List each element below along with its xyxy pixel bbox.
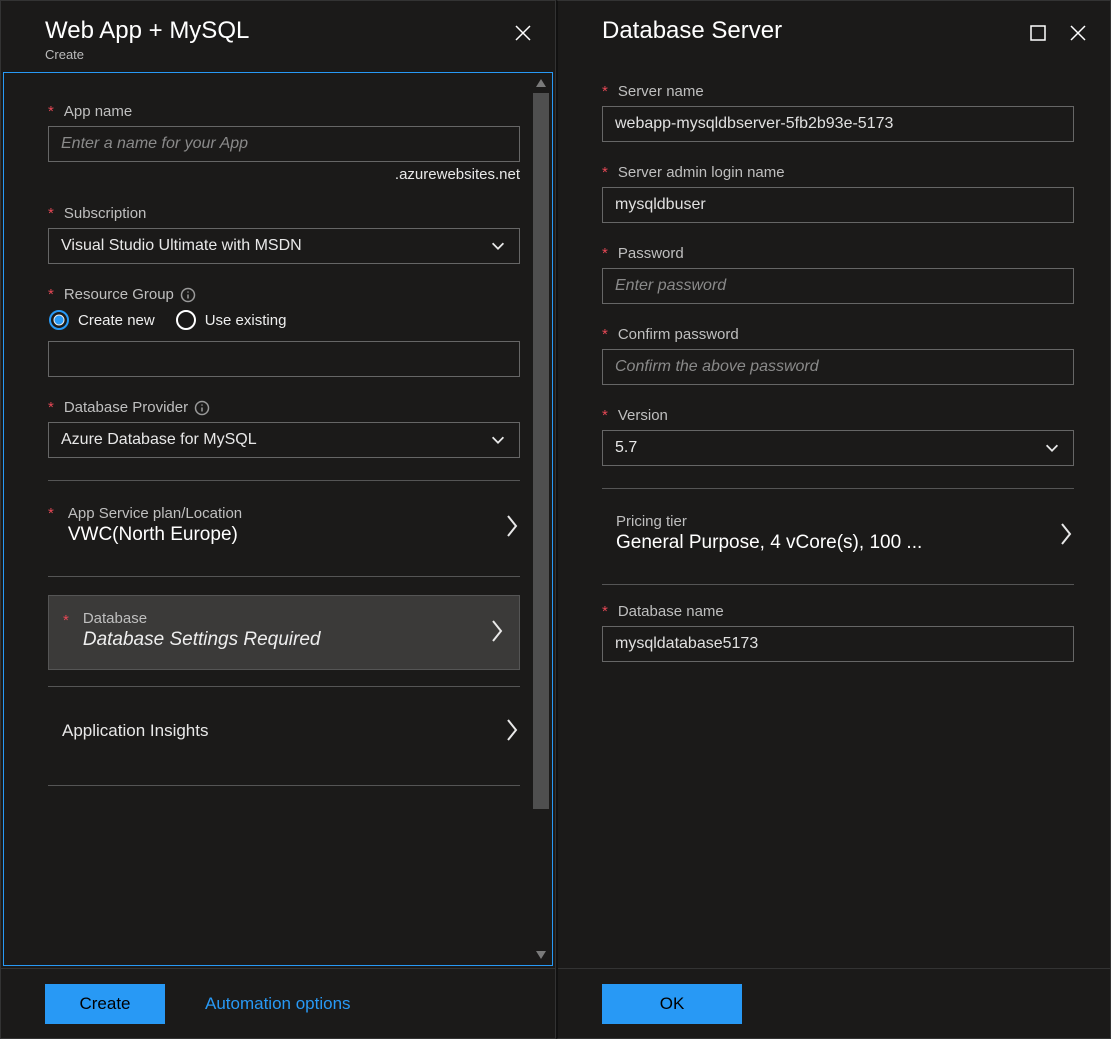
subscription-label: Subscription xyxy=(64,205,147,222)
version-value: 5.7 xyxy=(615,439,1043,457)
required-star: * xyxy=(48,505,54,522)
required-star: * xyxy=(602,326,608,343)
db-provider-value: Azure Database for MySQL xyxy=(61,431,489,449)
info-icon[interactable] xyxy=(180,287,196,303)
blade-header-left: Web App + MySQL Create xyxy=(1,1,555,70)
server-name-label: Server name xyxy=(618,83,704,100)
blade-header-right: Database Server xyxy=(558,1,1110,53)
version-label: Version xyxy=(618,407,668,424)
radio-use-existing[interactable]: Use existing xyxy=(175,309,287,331)
required-star: * xyxy=(602,245,608,262)
chevron-down-icon xyxy=(489,431,507,449)
db-provider-label: Database Provider xyxy=(64,399,188,416)
required-star: * xyxy=(48,399,54,416)
separator xyxy=(48,785,520,786)
password-label: Password xyxy=(618,245,684,262)
scroll-up-icon[interactable] xyxy=(534,77,548,89)
app-service-plan-link[interactable]: * App Service plan/Location VWC(North Eu… xyxy=(48,499,520,560)
appname-suffix: .azurewebsites.net xyxy=(48,166,520,183)
scroll-down-icon[interactable] xyxy=(534,949,548,961)
resource-group-input[interactable] xyxy=(48,341,520,377)
close-icon[interactable] xyxy=(513,23,533,43)
chevron-right-icon xyxy=(504,513,520,539)
chevron-right-icon xyxy=(489,618,505,644)
version-select[interactable]: 5.7 xyxy=(602,430,1074,466)
blade-title-left: Web App + MySQL xyxy=(45,17,513,45)
admin-login-label: Server admin login name xyxy=(618,164,785,181)
close-icon[interactable] xyxy=(1068,23,1088,43)
chevron-down-icon xyxy=(1043,439,1061,457)
subscription-value: Visual Studio Ultimate with MSDN xyxy=(61,237,489,255)
blade-webapp-mysql: Web App + MySQL Create * App name .azurew… xyxy=(0,0,556,1039)
radio-create-new[interactable]: Create new xyxy=(48,309,155,331)
app-insights-link[interactable]: Application Insights xyxy=(48,705,520,769)
database-label: Database xyxy=(83,610,479,627)
required-star: * xyxy=(602,83,608,100)
info-icon[interactable] xyxy=(194,400,210,416)
password-input[interactable] xyxy=(602,268,1074,304)
required-star: * xyxy=(602,164,608,181)
scroll-thumb[interactable] xyxy=(533,93,549,809)
pricing-tier-label: Pricing tier xyxy=(616,513,1048,530)
database-name-label: Database name xyxy=(618,603,724,620)
required-star: * xyxy=(48,286,54,303)
blade-footer-left: Create Automation options xyxy=(1,968,555,1038)
blade-footer-right: OK xyxy=(558,968,1110,1038)
required-star: * xyxy=(48,205,54,222)
app-service-value: VWC(North Europe) xyxy=(68,524,494,546)
database-name-input[interactable] xyxy=(602,626,1074,662)
automation-options-link[interactable]: Automation options xyxy=(205,994,351,1014)
db-provider-select[interactable]: Azure Database for MySQL xyxy=(48,422,520,458)
radio-create-new-label: Create new xyxy=(78,312,155,329)
subscription-select[interactable]: Visual Studio Ultimate with MSDN xyxy=(48,228,520,264)
chevron-right-icon xyxy=(1058,521,1074,547)
blade-subtitle-left: Create xyxy=(45,47,513,62)
pricing-tier-value: General Purpose, 4 vCore(s), 100 ... xyxy=(616,532,1048,554)
app-name-label: App name xyxy=(64,103,132,120)
separator xyxy=(48,480,520,481)
required-star: * xyxy=(48,103,54,120)
app-insights-label: Application Insights xyxy=(62,721,494,741)
app-name-input[interactable] xyxy=(48,126,520,162)
ok-button[interactable]: OK xyxy=(602,984,742,1024)
radio-use-existing-label: Use existing xyxy=(205,312,287,329)
required-star: * xyxy=(602,603,608,620)
blade-title-right: Database Server xyxy=(602,17,1028,45)
database-value: Database Settings Required xyxy=(83,629,479,651)
separator xyxy=(48,576,520,577)
maximize-icon[interactable] xyxy=(1028,23,1048,43)
pricing-tier-link[interactable]: Pricing tier General Purpose, 4 vCore(s)… xyxy=(602,507,1074,568)
separator xyxy=(602,584,1074,585)
separator xyxy=(48,686,520,687)
confirm-password-input[interactable] xyxy=(602,349,1074,385)
chevron-down-icon xyxy=(489,237,507,255)
app-service-label: App Service plan/Location xyxy=(68,505,494,522)
server-name-input[interactable] xyxy=(602,106,1074,142)
database-link[interactable]: * Database Database Settings Required xyxy=(48,595,520,670)
required-star: * xyxy=(602,407,608,424)
scrollbar[interactable] xyxy=(530,73,552,965)
chevron-right-icon xyxy=(504,717,520,743)
confirm-password-label: Confirm password xyxy=(618,326,739,343)
resource-group-label: Resource Group xyxy=(64,286,174,303)
admin-login-input[interactable] xyxy=(602,187,1074,223)
create-button[interactable]: Create xyxy=(45,984,165,1024)
separator xyxy=(602,488,1074,489)
blade-database-server: Database Server * Server name * Server adm… xyxy=(556,0,1111,1039)
required-star: * xyxy=(63,612,69,629)
